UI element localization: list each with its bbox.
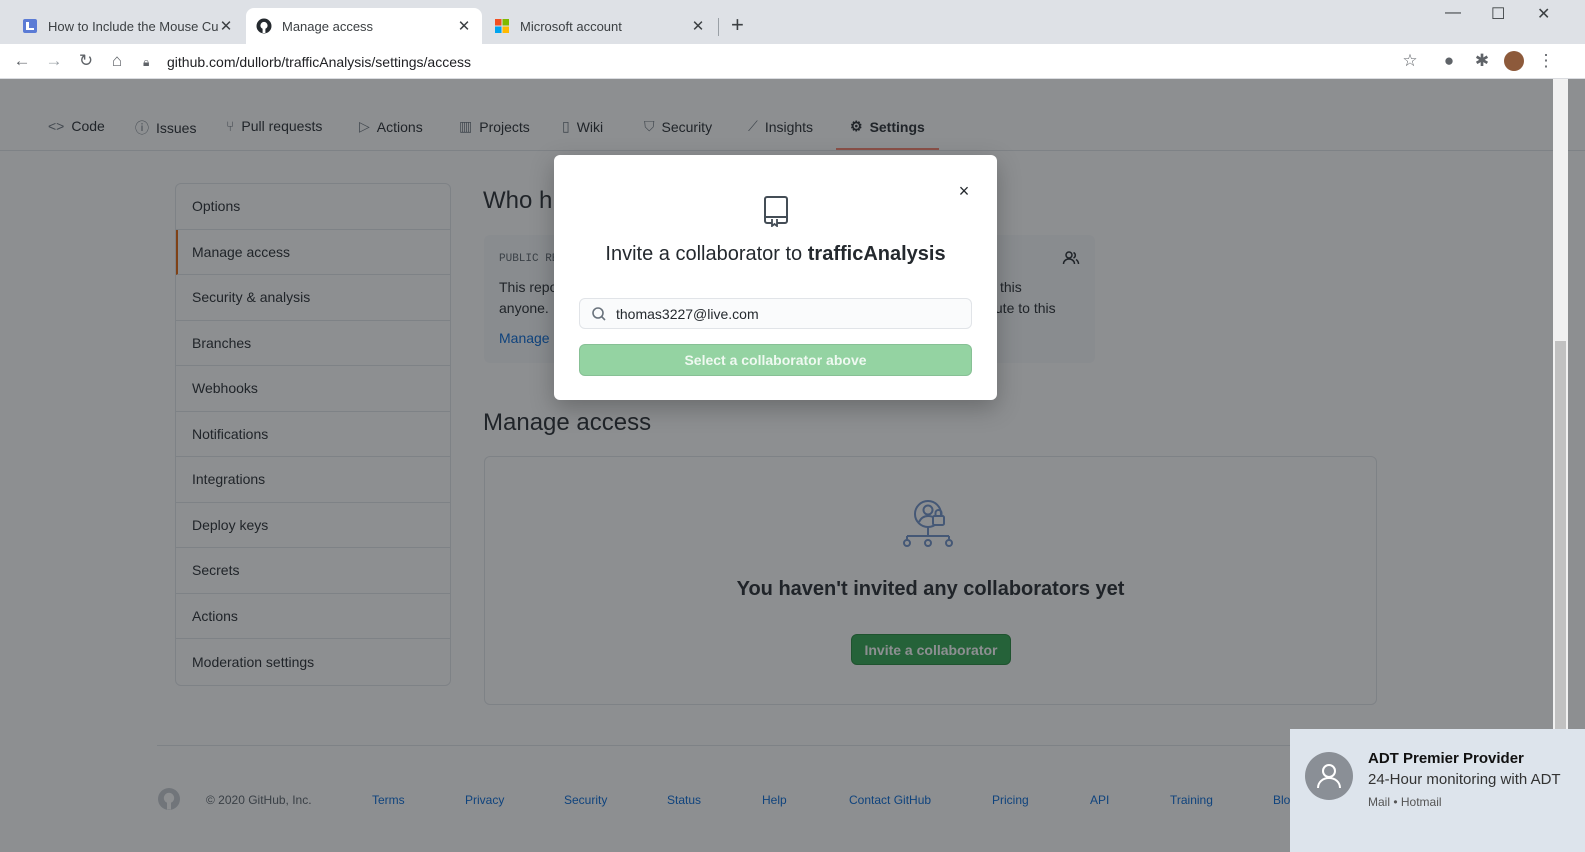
notification-title: ADT Premier Provider bbox=[1368, 750, 1524, 767]
dialog-repo-name: trafficAnalysis bbox=[807, 243, 946, 265]
url-text: github.com/dullorb/trafficAnalysis/setti… bbox=[167, 54, 471, 70]
menu-kebab-icon[interactable]: ⋮ bbox=[1535, 50, 1557, 72]
collaborator-search-input[interactable]: thomas3227@live.com bbox=[579, 298, 972, 329]
address-bar[interactable]: 🔒︎ github.com/dullorb/trafficAnalysis/se… bbox=[143, 49, 1433, 75]
invite-collaborator-dialog: × Invite a collaborator to trafficAnalys… bbox=[554, 155, 997, 400]
back-icon[interactable]: ← bbox=[11, 50, 33, 72]
tab-separator bbox=[718, 18, 719, 36]
browser-toolbar: ← → ↻ ⌂ 🔒︎ github.com/dullorb/trafficAna… bbox=[0, 44, 1585, 79]
new-tab-icon[interactable]: + bbox=[731, 14, 744, 36]
tab-manage-access[interactable]: Manage access ✕ bbox=[246, 8, 482, 44]
search-icon bbox=[592, 306, 606, 321]
extension-icon[interactable]: ● bbox=[1438, 50, 1460, 72]
tab-microsoft-account[interactable]: Microsoft account ✕ bbox=[484, 8, 716, 44]
dialog-title: Invite a collaborator to trafficAnalysis bbox=[554, 243, 997, 266]
tab-title: Manage access bbox=[282, 18, 374, 34]
select-collaborator-button[interactable]: Select a collaborator above bbox=[579, 344, 972, 376]
home-icon[interactable]: ⌂ bbox=[106, 50, 128, 72]
dialog-title-prefix: Invite a collaborator to bbox=[605, 243, 803, 265]
github-favicon-icon bbox=[256, 18, 272, 34]
forward-icon[interactable]: → bbox=[43, 50, 65, 72]
tab-title: How to Include the Mouse Curso bbox=[48, 18, 218, 34]
person-avatar-icon bbox=[1305, 752, 1353, 800]
microsoft-favicon-icon bbox=[495, 19, 509, 33]
scrollbar-thumb[interactable] bbox=[1555, 341, 1566, 729]
profile-avatar[interactable] bbox=[1503, 50, 1525, 72]
window-close-icon[interactable]: ✕ bbox=[1537, 4, 1550, 24]
tab-how-to-include[interactable]: How to Include the Mouse Curso ✕ bbox=[12, 8, 244, 44]
docs-favicon-icon bbox=[23, 19, 37, 33]
notification-body: 24-Hour monitoring with ADT bbox=[1368, 771, 1561, 788]
bookmark-star-icon[interactable]: ☆ bbox=[1399, 50, 1421, 72]
mail-notification-toast[interactable]: ADT Premier Provider 24-Hour monitoring … bbox=[1290, 729, 1585, 852]
close-tab-icon[interactable]: ✕ bbox=[456, 17, 472, 35]
close-icon[interactable]: × bbox=[954, 181, 974, 201]
search-input-value: thomas3227@live.com bbox=[616, 305, 759, 322]
lock-icon: 🔒︎ bbox=[143, 54, 150, 69]
maximize-icon[interactable]: ☐ bbox=[1491, 4, 1505, 24]
close-tab-icon[interactable]: ✕ bbox=[218, 17, 234, 35]
browser-tab-bar: How to Include the Mouse Curso ✕ Manage … bbox=[0, 0, 1585, 44]
tab-title: Microsoft account bbox=[520, 18, 622, 34]
minimize-icon[interactable]: — bbox=[1445, 4, 1461, 22]
puzzle-extensions-icon[interactable]: ✱ bbox=[1471, 50, 1493, 72]
close-tab-icon[interactable]: ✕ bbox=[690, 17, 706, 35]
repository-icon bbox=[764, 196, 788, 227]
notification-source: Mail • Hotmail bbox=[1368, 795, 1442, 809]
reload-icon[interactable]: ↻ bbox=[75, 50, 97, 72]
